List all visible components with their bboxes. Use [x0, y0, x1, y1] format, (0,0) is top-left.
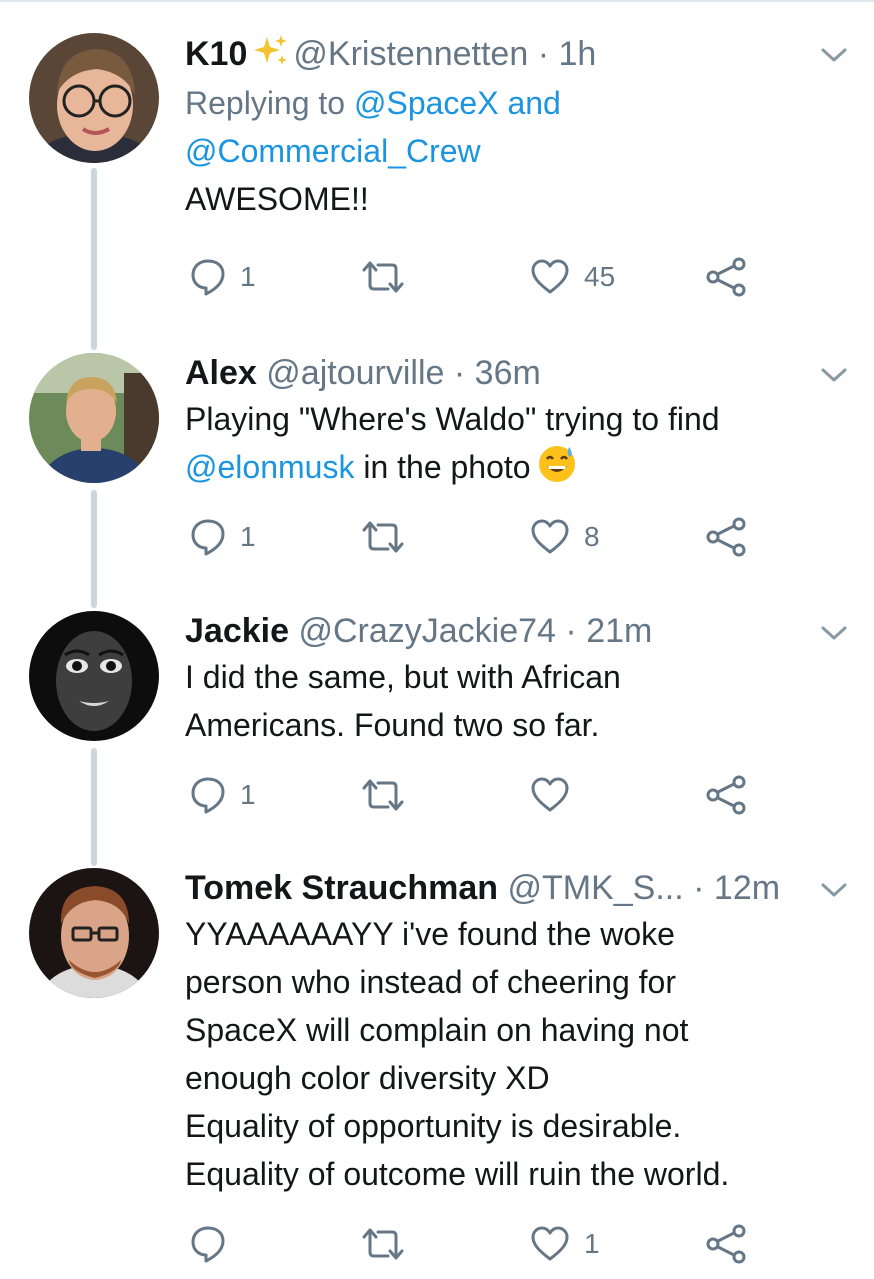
tweet-header: Tomek Strauchman @TMK_S... · 12m [185, 868, 825, 908]
chevron-down-icon[interactable] [820, 365, 848, 385]
tweet-text-part: in the photo [363, 449, 531, 485]
like-button[interactable]: 45 [530, 255, 615, 299]
tweet-text-line: I did the same, but with African [185, 659, 621, 695]
share-icon [706, 1224, 746, 1264]
tweet-text-line: person who instead of cheering for [185, 964, 676, 1000]
reply-icon [191, 777, 225, 814]
share-icon [706, 517, 746, 557]
like-count: 1 [584, 1228, 600, 1259]
tweet-text-line: SpaceX will complain on having not [185, 1012, 689, 1048]
separator: · [565, 612, 577, 650]
user-handle[interactable]: @CrazyJackie74 [298, 612, 556, 650]
like-button[interactable]: 8 [530, 515, 600, 559]
reply-button[interactable]: 1 [190, 773, 256, 817]
share-button[interactable] [705, 773, 747, 817]
share-icon [706, 775, 746, 815]
reply-button[interactable]: 1 [190, 255, 256, 299]
tweet-text-line: Equality of outcome will ruin the world. [185, 1156, 730, 1192]
tweet-actions: 1 [185, 773, 765, 817]
reply-icon [191, 259, 225, 296]
separator: · [693, 869, 705, 907]
heart-icon [531, 259, 569, 294]
separator: · [537, 35, 550, 73]
heart-icon [531, 1226, 569, 1261]
display-name[interactable]: K10 [185, 35, 247, 73]
display-name[interactable]: Jackie [185, 612, 289, 650]
timestamp[interactable]: 1h [558, 35, 596, 73]
heart-icon [531, 777, 569, 812]
tweet-actions: 1 45 [185, 255, 765, 299]
retweet-button[interactable] [360, 1222, 420, 1266]
like-button[interactable] [530, 773, 584, 817]
reply-count: 1 [240, 261, 256, 292]
tweet-header: Jackie @CrazyJackie74 · 21m [185, 611, 825, 651]
avatar[interactable] [29, 353, 159, 483]
separator: · [453, 354, 466, 392]
tweet-text-line: enough color diversity XD [185, 1060, 550, 1096]
retweet-icon [362, 261, 404, 293]
reply-button[interactable]: 1 [190, 515, 256, 559]
retweet-button[interactable] [360, 515, 420, 559]
share-button[interactable] [705, 1222, 747, 1266]
chevron-down-icon[interactable] [820, 623, 848, 643]
tweet-text-line: Equality of opportunity is desirable. [185, 1108, 682, 1144]
reply-icon [191, 519, 225, 556]
tweet-text: AWESOME!! [185, 181, 369, 217]
replying-and[interactable]: and [507, 85, 560, 121]
replying-to: Replying to @SpaceX and @Commercial_Crew [185, 79, 825, 175]
replying-prefix: Replying to [185, 85, 346, 121]
display-name[interactable]: Alex [185, 354, 257, 392]
timestamp[interactable]: 36m [475, 354, 541, 392]
retweet-icon [362, 1228, 404, 1260]
display-name[interactable]: Tomek Strauchman [185, 869, 498, 907]
like-count: 45 [584, 261, 616, 292]
user-handle[interactable]: @Kristennetten [293, 35, 528, 73]
tweet-text-line: YYAAAAAAYY i've found the woke [185, 916, 675, 952]
user-handle[interactable]: @TMK_S... [507, 869, 683, 907]
tweet[interactable]: Jackie @CrazyJackie74 · 21m I did the sa… [0, 611, 874, 851]
like-count: 8 [584, 521, 600, 552]
avatar[interactable] [29, 33, 159, 163]
tweet-text-line: Americans. Found two so far. [185, 707, 600, 743]
tweet-text: I did the same, but with African America… [185, 653, 825, 749]
share-icon [706, 257, 746, 297]
chevron-down-icon[interactable] [820, 880, 848, 900]
tweet-actions: 1 8 [185, 515, 765, 559]
mention-link[interactable]: @Commercial_Crew [185, 133, 481, 169]
share-button[interactable] [705, 255, 747, 299]
retweet-icon [362, 779, 404, 811]
retweet-button[interactable] [360, 255, 420, 299]
tweet[interactable]: K10 @Kristennetten · 1h Replying to @Spac… [0, 33, 874, 333]
retweet-icon [362, 521, 404, 553]
chevron-down-icon[interactable] [820, 45, 848, 65]
mention-link[interactable]: @elonmusk [185, 449, 354, 485]
avatar[interactable] [29, 611, 159, 741]
tweet-header: K10 @Kristennetten · 1h [185, 33, 825, 73]
top-divider [0, 0, 874, 2]
reply-count: 1 [240, 521, 256, 552]
tweet[interactable]: Tomek Strauchman @TMK_S... · 12m YYAAAAA… [0, 868, 874, 1268]
timestamp[interactable]: 21m [586, 612, 652, 650]
mention-link[interactable]: @SpaceX [354, 85, 499, 121]
sparkles-emoji [253, 33, 289, 78]
reply-count: 1 [240, 779, 256, 810]
tweet-text-part: Playing "Where's Waldo" trying to find [185, 401, 720, 437]
share-button[interactable] [705, 515, 747, 559]
like-button[interactable]: 1 [530, 1222, 600, 1266]
reply-button[interactable] [190, 1222, 240, 1266]
tweet[interactable]: Alex @ajtourville · 36m Playing "Where's… [0, 353, 874, 593]
reply-icon [191, 1226, 225, 1263]
timestamp[interactable]: 12m [714, 869, 780, 907]
grinning-face-with-sweat-emoji [537, 444, 577, 497]
user-handle[interactable]: @ajtourville [266, 354, 444, 392]
tweet-text: YYAAAAAAYY i've found the woke person wh… [185, 910, 825, 1198]
tweet-text: Playing "Where's Waldo" trying to find @… [185, 395, 825, 497]
tweet-actions: 1 [185, 1222, 765, 1266]
tweet-header: Alex @ajtourville · 36m [185, 353, 825, 393]
heart-icon [531, 519, 569, 554]
retweet-button[interactable] [360, 773, 420, 817]
avatar[interactable] [29, 868, 159, 998]
